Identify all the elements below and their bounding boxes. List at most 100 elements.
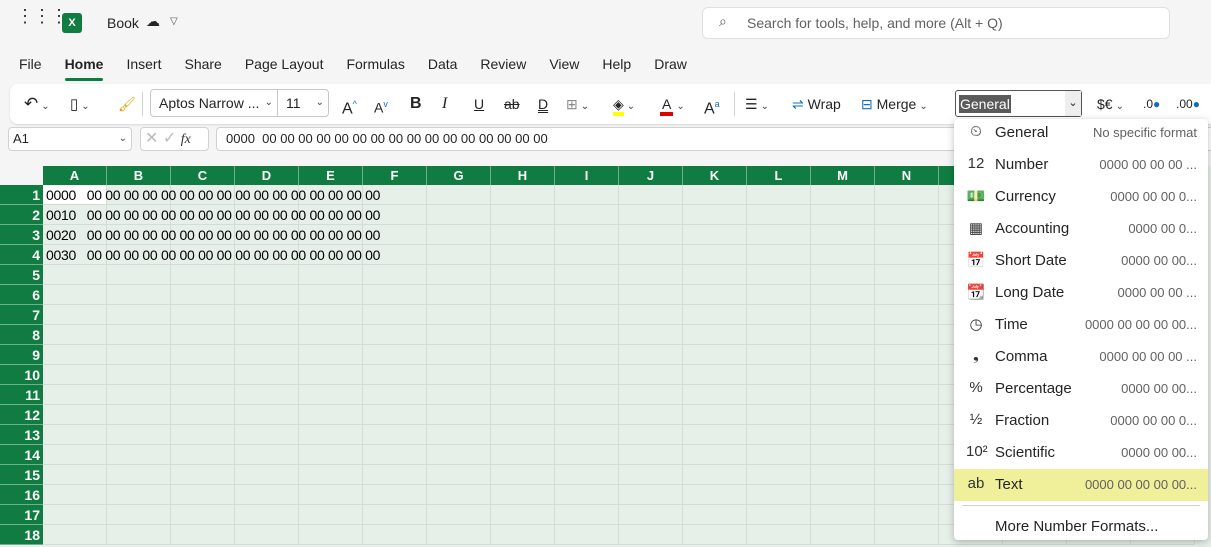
cell-L11[interactable] (747, 385, 811, 405)
cell-G3[interactable] (427, 225, 491, 245)
italic-icon[interactable]: I (442, 92, 447, 116)
cell-I2[interactable] (555, 205, 619, 225)
cell-E15[interactable] (299, 465, 363, 485)
cell-G18[interactable] (427, 525, 491, 545)
cell-E12[interactable] (299, 405, 363, 425)
cell-C10[interactable] (171, 365, 235, 385)
cell-C12[interactable] (171, 405, 235, 425)
currency-format-button[interactable]: $€ ⌄ (1097, 92, 1124, 116)
cell-H11[interactable] (491, 385, 555, 405)
cell-I15[interactable] (555, 465, 619, 485)
tab-draw[interactable]: Draw (643, 55, 699, 79)
cell-N16[interactable] (875, 485, 939, 505)
cell-M9[interactable] (811, 345, 875, 365)
cell-C8[interactable] (171, 325, 235, 345)
cell-G17[interactable] (427, 505, 491, 525)
tab-view[interactable]: View (538, 55, 591, 79)
cell-D10[interactable] (235, 365, 299, 385)
cell-K7[interactable] (683, 305, 747, 325)
column-header-B[interactable]: B (107, 166, 171, 185)
undo-button[interactable]: ↶ ⌄ (24, 92, 50, 116)
cell-B16[interactable] (107, 485, 171, 505)
wrap-button[interactable]: ⇌ Wrap (792, 92, 841, 116)
more-number-formats-item[interactable]: More Number Formats... (954, 509, 1208, 541)
title-chevron-down-icon[interactable]: ▽ (170, 16, 178, 27)
format-item-scientific[interactable]: 10² Scientific 0000 00 00... (954, 437, 1208, 469)
cell-D8[interactable] (235, 325, 299, 345)
cell-L3[interactable] (747, 225, 811, 245)
cell-L7[interactable] (747, 305, 811, 325)
strikethrough-icon[interactable]: ab (504, 92, 520, 116)
align-button[interactable]: ☰ ⌄ (745, 92, 769, 116)
cell-A17[interactable] (43, 505, 107, 525)
cell-L16[interactable] (747, 485, 811, 505)
cell-F9[interactable] (363, 345, 427, 365)
cell-H7[interactable] (491, 305, 555, 325)
cell-N7[interactable] (875, 305, 939, 325)
cell-E8[interactable] (299, 325, 363, 345)
cell-F12[interactable] (363, 405, 427, 425)
cell-N3[interactable] (875, 225, 939, 245)
cell-E17[interactable] (299, 505, 363, 525)
cell-H16[interactable] (491, 485, 555, 505)
cell-D17[interactable] (235, 505, 299, 525)
column-header-M[interactable]: M (811, 166, 875, 185)
cell-H18[interactable] (491, 525, 555, 545)
cell-B13[interactable] (107, 425, 171, 445)
cell-G10[interactable] (427, 365, 491, 385)
cell-C13[interactable] (171, 425, 235, 445)
format-item-percentage[interactable]: % Percentage 0000 00 00... (954, 373, 1208, 405)
cell-J4[interactable] (619, 245, 683, 265)
cell-I18[interactable] (555, 525, 619, 545)
cell-K4[interactable] (683, 245, 747, 265)
cell-F17[interactable] (363, 505, 427, 525)
column-header-J[interactable]: J (619, 166, 683, 185)
cell-A18[interactable] (43, 525, 107, 545)
cell-K2[interactable] (683, 205, 747, 225)
cell-J9[interactable] (619, 345, 683, 365)
cell-N2[interactable] (875, 205, 939, 225)
cell-H1[interactable] (491, 185, 555, 205)
format-item-currency[interactable]: 💵 Currency 0000 00 00 0... (954, 181, 1208, 213)
cell-N12[interactable] (875, 405, 939, 425)
borders-button[interactable]: ⊞ ⌄ (566, 92, 589, 116)
cell-A5[interactable] (43, 265, 107, 285)
cell-C5[interactable] (171, 265, 235, 285)
cell-J12[interactable] (619, 405, 683, 425)
cell-E10[interactable] (299, 365, 363, 385)
format-painter-icon[interactable]: 🖌 (118, 92, 136, 116)
row-header-1[interactable]: 1 (0, 185, 43, 205)
cell-M15[interactable] (811, 465, 875, 485)
row-header-3[interactable]: 3 (0, 225, 43, 245)
cell-M13[interactable] (811, 425, 875, 445)
cell-B14[interactable] (107, 445, 171, 465)
cell-L15[interactable] (747, 465, 811, 485)
cell-J11[interactable] (619, 385, 683, 405)
cell-N10[interactable] (875, 365, 939, 385)
cell-M17[interactable] (811, 505, 875, 525)
cell-F5[interactable] (363, 265, 427, 285)
cell-K10[interactable] (683, 365, 747, 385)
row-header-13[interactable]: 13 (0, 425, 43, 445)
tab-formulas[interactable]: Formulas (335, 55, 416, 79)
cell-F10[interactable] (363, 365, 427, 385)
column-header-C[interactable]: C (171, 166, 235, 185)
tab-share[interactable]: Share (173, 55, 233, 79)
cell-E16[interactable] (299, 485, 363, 505)
cell-H10[interactable] (491, 365, 555, 385)
cell-C18[interactable] (171, 525, 235, 545)
cell-K11[interactable] (683, 385, 747, 405)
cell-E18[interactable] (299, 525, 363, 545)
cell-C14[interactable] (171, 445, 235, 465)
cell-E11[interactable] (299, 385, 363, 405)
text-effects-icon[interactable]: Aa (704, 92, 720, 117)
cell-J17[interactable] (619, 505, 683, 525)
format-item-comma[interactable]: ❟ Comma 0000 00 00 00 ... (954, 341, 1208, 373)
cell-N5[interactable] (875, 265, 939, 285)
paste-button[interactable]: ▯ ⌄ (70, 92, 90, 116)
cell-N9[interactable] (875, 345, 939, 365)
tab-help[interactable]: Help (591, 55, 643, 79)
cell-M14[interactable] (811, 445, 875, 465)
merge-button[interactable]: ⊟ Merge ⌄ (861, 92, 928, 116)
cell-A14[interactable] (43, 445, 107, 465)
